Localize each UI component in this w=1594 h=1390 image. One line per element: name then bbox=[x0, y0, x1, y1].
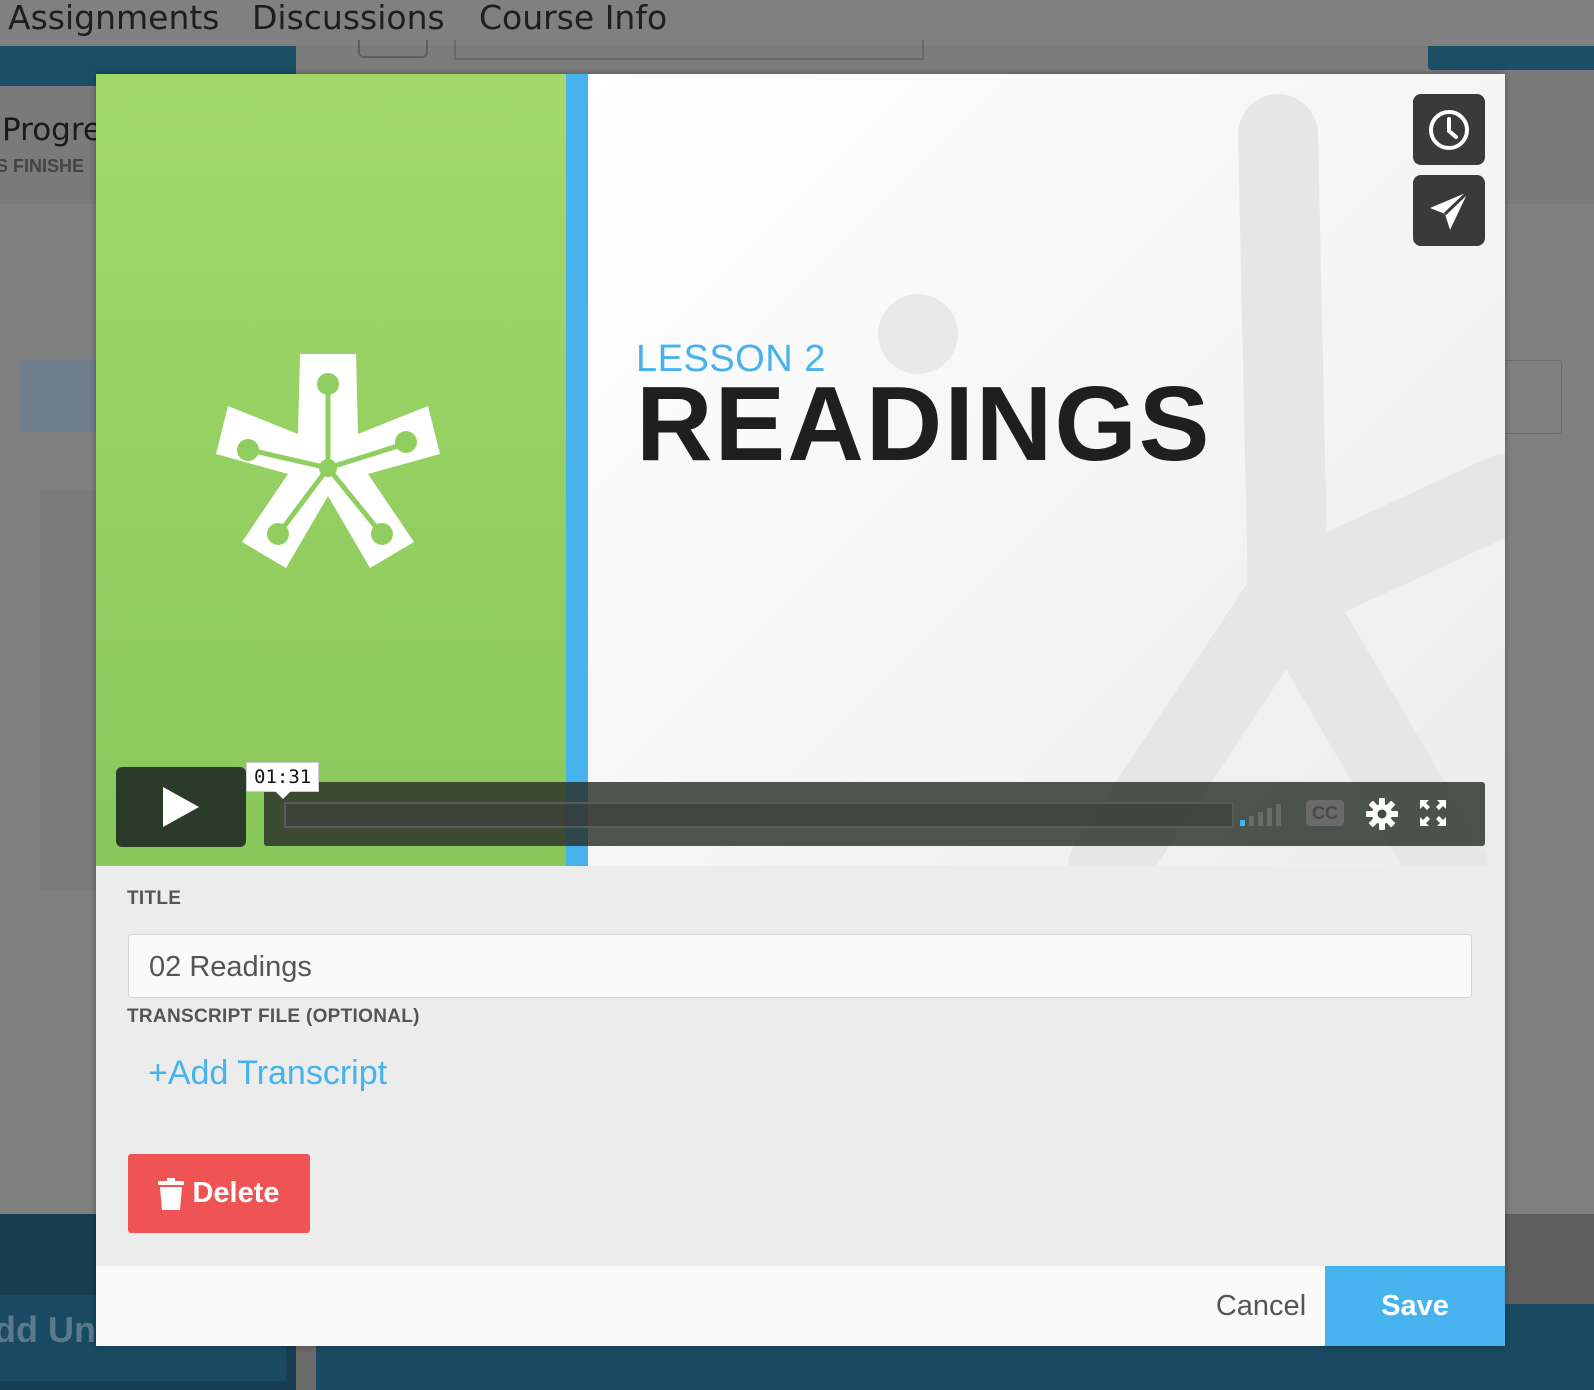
nav-course-info[interactable]: Course Info bbox=[479, 0, 667, 37]
video-player[interactable]: LESSON 2 READINGS CC 01:31 bbox=[96, 74, 1505, 866]
clock-icon bbox=[1429, 109, 1469, 150]
nav-discussions[interactable]: Discussions bbox=[252, 0, 445, 37]
bg-button bbox=[358, 40, 428, 58]
volume-icon[interactable] bbox=[1240, 804, 1286, 826]
plus-icon: + bbox=[148, 1054, 168, 1092]
progress-track[interactable] bbox=[284, 802, 1234, 828]
play-button[interactable] bbox=[116, 767, 246, 847]
transcript-label: TRANSCRIPT FILE (OPTIONAL) bbox=[127, 1006, 420, 1027]
video-controls: CC bbox=[264, 782, 1485, 846]
send-icon bbox=[1430, 190, 1470, 230]
edit-video-modal: LESSON 2 READINGS CC 01:31 TITLE 02 Read… bbox=[96, 74, 1505, 1346]
delete-label: Delete bbox=[192, 1177, 280, 1209]
cancel-button[interactable]: Cancel bbox=[1186, 1266, 1336, 1346]
fullscreen-icon[interactable] bbox=[1420, 800, 1446, 826]
watch-later-button[interactable] bbox=[1413, 94, 1485, 165]
share-button[interactable] bbox=[1413, 175, 1485, 246]
title-label: TITLE bbox=[127, 888, 182, 909]
delete-button[interactable]: Delete bbox=[128, 1154, 310, 1233]
progress-title: Progre bbox=[2, 112, 102, 148]
play-icon bbox=[163, 787, 199, 827]
bg-corner bbox=[1504, 1214, 1594, 1304]
settings-gear-icon[interactable] bbox=[1366, 798, 1398, 830]
progress-subtitle: S FINISHE bbox=[0, 156, 85, 176]
bg-input bbox=[454, 40, 924, 60]
bg-create-button bbox=[20, 360, 100, 432]
save-button[interactable]: Save bbox=[1325, 1266, 1505, 1346]
timecode-tooltip: 01:31 bbox=[246, 762, 320, 799]
cc-label: CC bbox=[1312, 803, 1338, 823]
video-blue-stripe bbox=[566, 74, 588, 866]
nav-assignments[interactable]: Assignments bbox=[8, 0, 220, 37]
modal-footer: Cancel Save bbox=[96, 1266, 1505, 1346]
bg-bar-right bbox=[1428, 46, 1594, 70]
add-transcript-label: Add Transcript bbox=[167, 1054, 388, 1092]
trash-icon bbox=[158, 1177, 185, 1210]
captions-button[interactable]: CC bbox=[1306, 800, 1344, 826]
add-transcript-link[interactable]: +Add Transcript bbox=[148, 1054, 387, 1093]
logo-icon bbox=[216, 354, 440, 568]
title-input[interactable]: 02 Readings bbox=[128, 934, 1472, 998]
lesson-title: READINGS bbox=[636, 365, 1212, 483]
